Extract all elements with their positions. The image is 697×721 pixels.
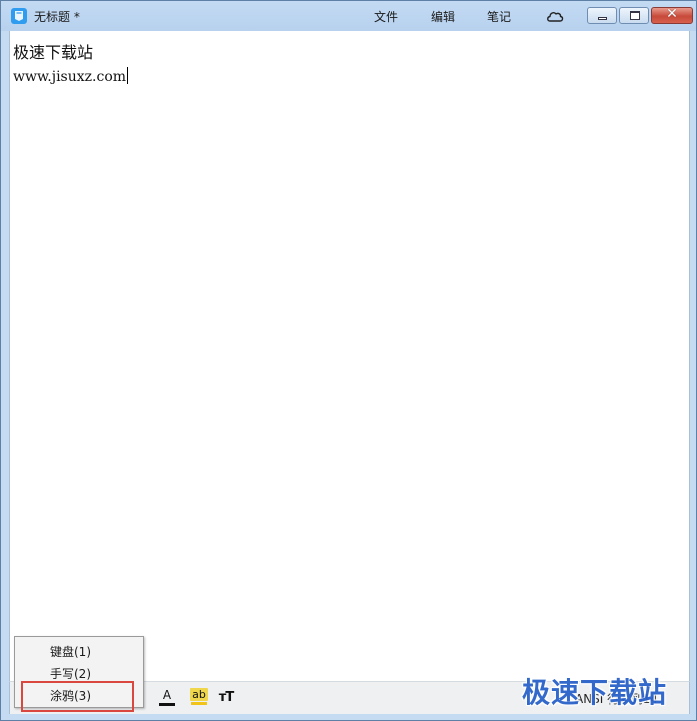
editor-line-1: 极速下载站 bbox=[13, 43, 94, 62]
font-size-icon: тT bbox=[218, 690, 234, 705]
title-bar[interactable]: 无标题 * 文件 编辑 笔记 ✕ bbox=[1, 1, 696, 31]
watermark-logo: 极速下载站 bbox=[522, 676, 668, 709]
maximize-button[interactable] bbox=[619, 7, 649, 24]
font-size-button[interactable]: тT bbox=[216, 688, 236, 708]
close-button[interactable]: ✕ bbox=[651, 6, 693, 24]
highlight-annotation-box bbox=[21, 681, 134, 712]
window-title: 无标题 * bbox=[34, 10, 80, 24]
maximize-icon bbox=[630, 11, 640, 20]
menu-item-handwriting[interactable]: 手写(2) bbox=[15, 662, 143, 682]
minimize-icon bbox=[598, 17, 607, 20]
menu-note[interactable]: 笔记 bbox=[487, 8, 511, 25]
editor-line-2-text: www.jisuxz.com bbox=[13, 69, 127, 85]
text-caret bbox=[127, 67, 129, 84]
text-editor[interactable]: 极速下载站 www.jisuxz.com bbox=[9, 31, 690, 681]
close-icon: ✕ bbox=[666, 6, 678, 22]
cloud-sync-icon[interactable] bbox=[545, 8, 565, 24]
app-logo-icon bbox=[11, 8, 27, 24]
editor-line-2: www.jisuxz.com bbox=[13, 67, 129, 85]
app-window: 无标题 * 文件 编辑 笔记 ✕ 极速下载站 www.jisuxz.com A bbox=[0, 0, 697, 721]
menu-item-keyboard[interactable]: 键盘(1) bbox=[15, 640, 143, 660]
menu-item-keyboard-label: 键盘(1) bbox=[50, 645, 91, 659]
menu-item-handwriting-label: 手写(2) bbox=[50, 667, 91, 681]
menu-edit[interactable]: 编辑 bbox=[431, 8, 455, 25]
minimize-button[interactable] bbox=[587, 7, 617, 24]
menu-file[interactable]: 文件 bbox=[374, 8, 398, 25]
highlight-button[interactable]: ab bbox=[190, 688, 208, 708]
highlight-icon: ab bbox=[190, 688, 208, 701]
font-color-button[interactable]: A bbox=[158, 688, 176, 708]
font-color-bar bbox=[159, 703, 175, 706]
highlight-bar bbox=[191, 702, 207, 705]
font-color-icon: A bbox=[162, 688, 172, 702]
